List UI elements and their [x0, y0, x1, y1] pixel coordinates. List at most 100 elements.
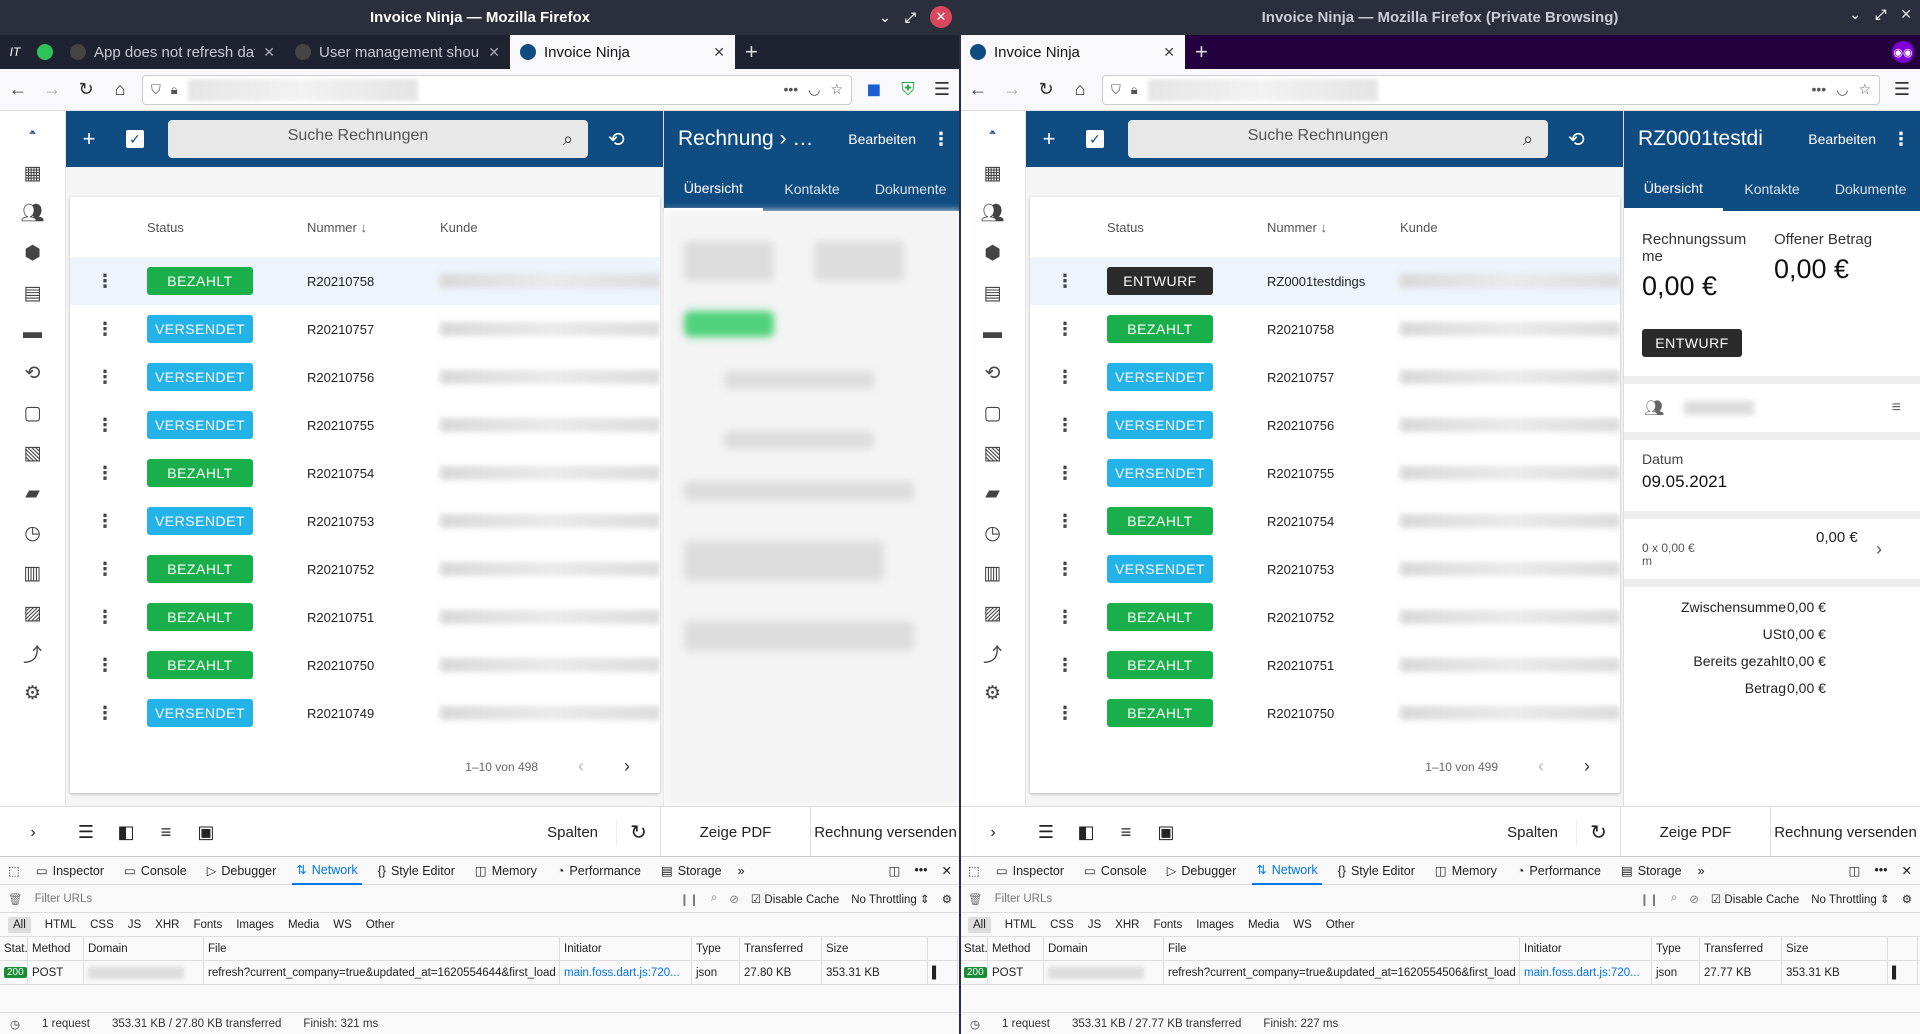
pause-icon[interactable]: ❙❙ [1640, 892, 1659, 906]
filter-icon[interactable]: ≡ [1892, 399, 1901, 417]
tab-overview[interactable]: Übersicht [664, 167, 763, 211]
column-header[interactable]: Method [988, 936, 1044, 961]
gear-icon[interactable]: ⚙ [1902, 892, 1912, 906]
column-header[interactable]: Stat... [960, 936, 988, 961]
throttling-select[interactable]: No Throttling ⇕ [851, 892, 929, 906]
type-filter-images[interactable]: Images [1196, 919, 1234, 931]
tab-close-icon[interactable]: ✕ [1163, 44, 1175, 61]
close-icon[interactable]: ✕ [1900, 6, 1912, 23]
add-icon[interactable]: + [1026, 126, 1072, 152]
reload-icon[interactable]: ↻ [74, 79, 98, 100]
history-icon[interactable]: ⟲ [1568, 127, 1585, 152]
filter-urls-input[interactable]: Filter URLs [35, 893, 668, 905]
send-invoice-button[interactable]: Rechnung versenden [1770, 806, 1920, 859]
table-row[interactable]: ⋮ ENTWURF RZ0001testdings [1030, 257, 1620, 305]
projects-icon[interactable]: ▰ [0, 473, 65, 513]
devtools-tab-inspector[interactable]: ▭ Inspector [992, 857, 1068, 885]
trash-icon[interactable]: 🗑︎ [968, 892, 983, 906]
more-vert-icon[interactable]: ⋮ [1056, 511, 1074, 532]
more-vert-icon[interactable]: ⋮ [96, 607, 114, 628]
projects-icon[interactable]: ▰ [960, 473, 1025, 513]
forward-icon[interactable]: → [40, 79, 64, 100]
table-row[interactable]: ⋮ BEZAHLT R20210750 [70, 641, 660, 689]
more-icon[interactable]: ••• [784, 81, 799, 98]
url-bar[interactable]: ⛉ 🔒︎ ••• ◡ ☆ [142, 74, 852, 105]
col-status[interactable]: Status [1107, 220, 1144, 235]
expand-icon[interactable]: › [960, 824, 1026, 842]
table-row[interactable]: ⋮ VERSENDET R20210753 [1030, 545, 1620, 593]
extension-shield-icon[interactable]: ⛨ [896, 79, 920, 100]
tab-close-icon[interactable]: ✕ [488, 44, 500, 61]
star-icon[interactable]: ☆ [830, 81, 843, 98]
more-vert-icon[interactable]: ⋮ [932, 129, 950, 150]
devtools-tab-storage[interactable]: ▤ Storage [657, 857, 726, 885]
table-row[interactable]: ⋮ VERSENDET R20210755 [1030, 449, 1620, 497]
clients-icon[interactable]: 👥︎ [0, 193, 65, 233]
tab-documents[interactable]: Dokumente [861, 167, 960, 211]
browser-tab-active[interactable]: Invoice Ninja ✕ [510, 35, 735, 69]
table-row[interactable]: ⋮ BEZAHLT R20210754 [1030, 497, 1620, 545]
column-header[interactable]: File [1164, 936, 1520, 961]
request-row[interactable]: 200 POST refresh?current_company=true&up… [0, 960, 960, 985]
extension-icon[interactable]: ◼ [862, 79, 886, 100]
more-vert-icon[interactable]: ⋮ [1056, 607, 1074, 628]
initiator-cell[interactable]: main.foss.dart.js:720... [1520, 960, 1652, 985]
more-vert-icon[interactable]: ⋮ [1892, 129, 1910, 150]
type-filter-media[interactable]: Media [1248, 919, 1279, 931]
type-filter-ws[interactable]: WS [1293, 919, 1312, 931]
dashboard-icon[interactable]: ▦ [960, 153, 1025, 193]
tab-close-icon[interactable]: ✕ [263, 44, 275, 61]
add-icon[interactable]: + [66, 126, 112, 152]
maximize-icon[interactable]: ⤢ [905, 9, 916, 26]
col-customer[interactable]: Kunde [1400, 220, 1438, 235]
tab-close-icon[interactable]: ✕ [713, 44, 725, 61]
refresh-icon[interactable]: ↻ [1576, 820, 1620, 845]
more-vert-icon[interactable]: ⋮ [96, 319, 114, 340]
table-row[interactable]: ⋮ BEZAHLT R20210758 [70, 257, 660, 305]
search-icon[interactable]: ⌕ [711, 892, 717, 905]
expand-icon[interactable]: › [0, 824, 66, 842]
more-icon[interactable]: ••• [914, 863, 927, 878]
pick-element-icon[interactable]: ⬚ [968, 863, 980, 878]
next-page-icon[interactable]: › [1584, 756, 1590, 777]
new-tab-button[interactable]: + [1185, 35, 1218, 69]
pocket-icon[interactable]: ◡ [808, 81, 820, 98]
search-icon[interactable]: ⌕ [548, 129, 588, 150]
column-header[interactable]: Stat... [0, 936, 28, 961]
type-filter-images[interactable]: Images [236, 919, 274, 931]
prev-page-icon[interactable]: ‹ [578, 756, 584, 777]
reports-icon[interactable]: ⤴ [0, 633, 65, 673]
devtools-tab-performance[interactable]: ◔ Performance [1513, 857, 1605, 885]
more-vert-icon[interactable]: ⋮ [96, 655, 114, 676]
more-vert-icon[interactable]: ⋮ [1056, 319, 1074, 340]
more-vert-icon[interactable]: ⋮ [1056, 703, 1074, 724]
column-header[interactable]: Initiator [1520, 936, 1652, 961]
overflow-icon[interactable]: » [1698, 864, 1705, 878]
split-view-icon[interactable]: ◧ [106, 822, 146, 843]
column-header[interactable] [928, 936, 958, 961]
columns-button[interactable]: Spalten [547, 824, 598, 841]
type-filter-other[interactable]: Other [366, 919, 395, 931]
more-vert-icon[interactable]: ⋮ [96, 703, 114, 724]
clients-icon[interactable]: 👥︎ [960, 193, 1025, 233]
more-vert-icon[interactable]: ⋮ [1056, 271, 1074, 292]
type-filter-html[interactable]: HTML [1005, 919, 1036, 931]
recurring-icon[interactable]: ⟲ [0, 353, 65, 393]
dock-icon[interactable]: ◫ [1849, 863, 1861, 878]
prev-page-icon[interactable]: ‹ [1538, 756, 1544, 777]
devtools-tab-debugger[interactable]: ▷ Debugger [203, 857, 281, 885]
table-row[interactable]: ⋮ VERSENDET R20210749 [70, 689, 660, 737]
search-icon[interactable]: ⌕ [1671, 892, 1677, 905]
back-icon[interactable]: ← [6, 79, 30, 100]
block-icon[interactable]: ⊘ [729, 892, 739, 906]
vendors-icon[interactable]: ▥ [0, 553, 65, 593]
settings-icon[interactable]: ⚙ [960, 673, 1025, 713]
overflow-icon[interactable]: » [738, 864, 745, 878]
table-row[interactable]: ⋮ BEZAHLT R20210752 [1030, 593, 1620, 641]
line-item[interactable]: 0 x 0,00 € m 0,00 € › [1624, 519, 1920, 579]
expenses-icon[interactable]: ▨ [0, 593, 65, 633]
devtools-tab-debugger[interactable]: ▷ Debugger [1163, 857, 1241, 885]
lock-icon[interactable]: 🔒︎ [171, 82, 178, 98]
more-vert-icon[interactable]: ⋮ [96, 511, 114, 532]
dashboard-icon[interactable]: ▦ [0, 153, 65, 193]
